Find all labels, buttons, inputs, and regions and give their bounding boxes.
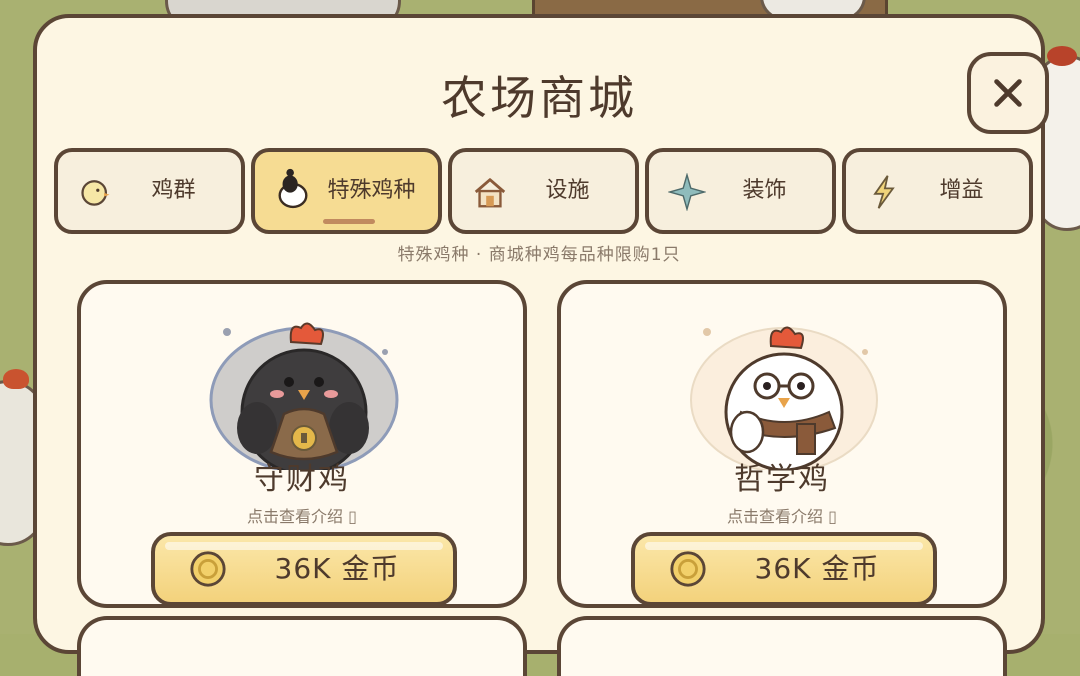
tab-decorations[interactable]: 装饰 (645, 148, 836, 234)
buy-button[interactable]: 36K 金币 (631, 532, 937, 606)
price-label: 36K 金币 (274, 552, 400, 585)
price-label: 36K 金币 (754, 552, 880, 585)
product-card[interactable]: 守财鸡 点击查看介绍 ▯ 36K 金币 (77, 280, 527, 608)
product-card[interactable]: 哲学鸡 点击查看介绍 ▯ 36K 金币 (557, 280, 1007, 608)
lightning-icon (864, 172, 904, 212)
product-card[interactable] (77, 616, 527, 676)
product-name: 哲学鸡 (734, 462, 830, 497)
close-button[interactable] (967, 52, 1049, 134)
tab-chickens[interactable]: 鸡群 (54, 148, 245, 234)
money-bag-chicken-icon (209, 320, 399, 476)
page-title: 农场商城 (441, 71, 637, 125)
tab-label: 装饰 (742, 178, 787, 203)
sparkle-icon (667, 172, 707, 212)
coin-icon (189, 550, 227, 588)
coin-icon (669, 550, 707, 588)
tab-facilities[interactable]: 设施 (448, 148, 639, 234)
shop-panel: 农场商城 鸡群 特殊鸡种 设施 装饰 增益 特殊鸡种 · 商城种鸡每品种限购1只… (33, 14, 1049, 676)
close-icon (994, 79, 1022, 107)
category-tabs: 鸡群 特殊鸡种 设施 装饰 增益 (54, 148, 1034, 234)
special-chicken-icon (273, 166, 313, 209)
house-icon (470, 172, 510, 212)
glasses-chicken-icon (689, 320, 879, 473)
product-hint-link[interactable]: 点击查看介绍 ▯ (561, 503, 1003, 527)
chick-icon (76, 172, 116, 212)
category-subtitle: 特殊鸡种 · 商城种鸡每品种限购1只 (397, 245, 681, 265)
product-card[interactable] (557, 616, 1007, 676)
active-tab-indicator (323, 219, 375, 224)
product-hint-link[interactable]: 点击查看介绍 ▯ (81, 503, 523, 527)
product-name: 守财鸡 (254, 462, 350, 497)
tab-label: 鸡群 (151, 178, 196, 203)
tab-special-chickens[interactable]: 特殊鸡种 (251, 148, 442, 234)
tab-boosts[interactable]: 增益 (842, 148, 1033, 234)
buy-button[interactable]: 36K 金币 (151, 532, 457, 606)
tab-label: 设施 (545, 178, 590, 203)
tab-label: 增益 (939, 178, 984, 203)
